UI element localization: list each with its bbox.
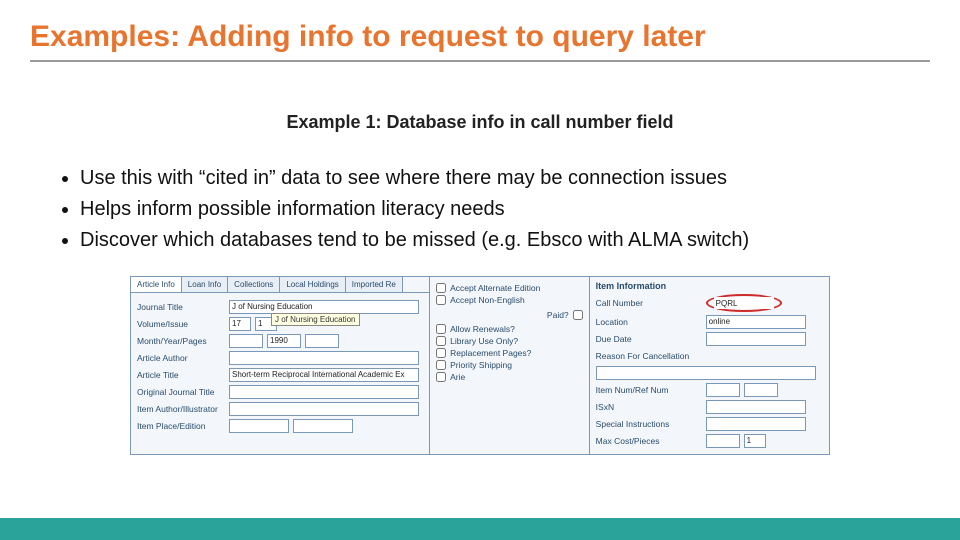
article-title-input[interactable] [229, 368, 419, 382]
tab-local-holdings[interactable]: Local Holdings [280, 277, 345, 292]
volume-input[interactable] [229, 317, 251, 331]
reason-cancel-label: Reason For Cancellation [596, 351, 706, 361]
due-date-label: Due Date [596, 334, 706, 344]
options-panel: Accept Alternate Edition Accept Non-Engl… [430, 277, 590, 454]
article-title-label: Article Title [137, 370, 229, 380]
month-year-pages-label: Month/Year/Pages [137, 336, 229, 346]
replacement-pages-label: Replacement Pages? [450, 348, 531, 358]
month-input[interactable] [229, 334, 263, 348]
bullet-item: Use this with “cited in” data to see whe… [80, 163, 930, 194]
article-info-pane: Journal Title J of Nursing Education Vol… [131, 293, 429, 439]
year-input[interactable] [267, 334, 301, 348]
journal-title-tooltip: J of Nursing Education [271, 313, 360, 326]
tab-bar: Article Info Loan Info Collections Local… [131, 277, 429, 293]
original-journal-title-input[interactable] [229, 385, 419, 399]
call-number-input[interactable] [714, 297, 774, 309]
journal-title-label: Journal Title [137, 302, 229, 312]
special-instructions-label: Special Instructions [596, 419, 706, 429]
tab-article-info[interactable]: Article Info [131, 277, 182, 292]
item-author-input[interactable] [229, 402, 419, 416]
footer-bar [0, 518, 960, 540]
library-use-only-label: Library Use Only? [450, 336, 518, 346]
item-edition-input[interactable] [293, 419, 353, 433]
pieces-input[interactable] [744, 434, 766, 448]
article-author-input[interactable] [229, 351, 419, 365]
original-journal-title-label: Original Journal Title [137, 387, 229, 397]
call-number-label: Call Number [596, 298, 706, 308]
accept-non-english-label: Accept Non-English [450, 295, 525, 305]
allow-renewals-checkbox[interactable] [436, 324, 446, 334]
slide-subtitle: Example 1: Database info in call number … [30, 112, 930, 133]
article-info-panel: Article Info Loan Info Collections Local… [131, 277, 430, 454]
tab-imported[interactable]: Imported Re [346, 277, 403, 292]
special-instructions-input[interactable] [706, 417, 806, 431]
location-label: Location [596, 317, 706, 327]
title-underline [30, 60, 930, 62]
item-place-input[interactable] [229, 419, 289, 433]
call-number-highlight [706, 294, 782, 312]
accept-alternate-label: Accept Alternate Edition [450, 283, 540, 293]
item-info-header: Item Information [596, 281, 823, 291]
tab-loan-info[interactable]: Loan Info [182, 277, 228, 292]
pages-input[interactable] [305, 334, 339, 348]
item-information-panel: Item Information Call Number Location Du… [590, 277, 829, 454]
item-num-input[interactable] [706, 383, 740, 397]
item-num-label: Item Num/Ref Num [596, 385, 706, 395]
accept-non-english-checkbox[interactable] [436, 295, 446, 305]
paid-checkbox[interactable] [573, 310, 583, 320]
ref-num-input[interactable] [744, 383, 778, 397]
due-date-input[interactable] [706, 332, 806, 346]
app-screenshot: Article Info Loan Info Collections Local… [130, 276, 830, 455]
slide: Examples: Adding info to request to quer… [0, 0, 960, 540]
max-cost-input[interactable] [706, 434, 740, 448]
item-author-label: Item Author/Illustrator [137, 404, 229, 414]
item-place-label: Item Place/Edition [137, 421, 229, 431]
bullet-list: Use this with “cited in” data to see whe… [30, 163, 930, 256]
replacement-pages-checkbox[interactable] [436, 348, 446, 358]
priority-shipping-checkbox[interactable] [436, 360, 446, 370]
accept-alternate-checkbox[interactable] [436, 283, 446, 293]
priority-shipping-label: Priority Shipping [450, 360, 512, 370]
volume-issue-label: Volume/Issue [137, 319, 229, 329]
tab-collections[interactable]: Collections [228, 277, 280, 292]
article-author-label: Article Author [137, 353, 229, 363]
paid-label: Paid? [547, 310, 569, 320]
max-cost-label: Max Cost/Pieces [596, 436, 706, 446]
isxn-input[interactable] [706, 400, 806, 414]
allow-renewals-label: Allow Renewals? [450, 324, 515, 334]
bullet-item: Helps inform possible information litera… [80, 194, 930, 225]
bullet-item: Discover which databases tend to be miss… [80, 225, 930, 256]
journal-title-input[interactable] [229, 300, 419, 314]
reason-cancel-select[interactable] [596, 366, 816, 380]
arie-checkbox[interactable] [436, 372, 446, 382]
isxn-label: ISxN [596, 402, 706, 412]
arie-label: Arie [450, 372, 465, 382]
location-input[interactable] [706, 315, 806, 329]
library-use-only-checkbox[interactable] [436, 336, 446, 346]
slide-title: Examples: Adding info to request to quer… [30, 20, 930, 54]
